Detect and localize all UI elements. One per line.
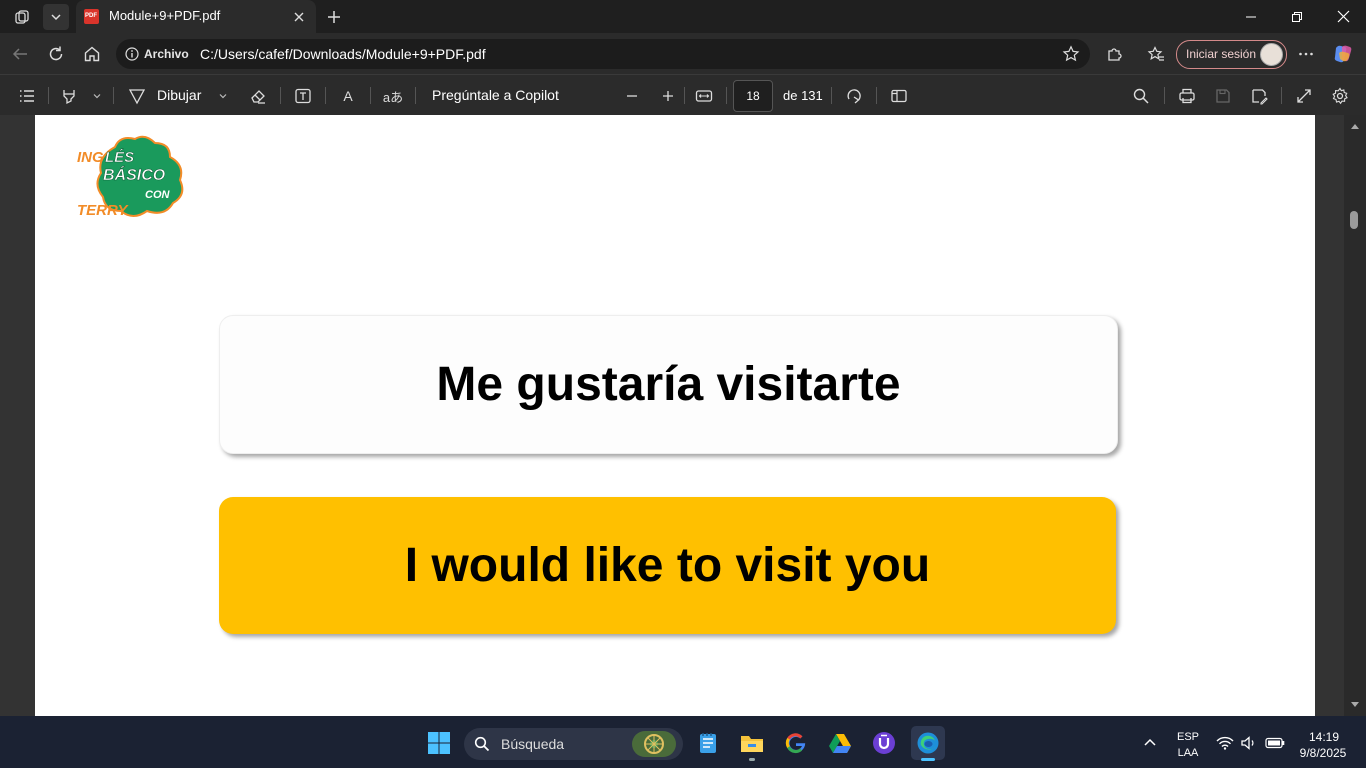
favorite-star-icon[interactable] xyxy=(1062,45,1080,63)
info-icon[interactable] xyxy=(125,47,139,61)
save-as-icon[interactable] xyxy=(1248,85,1270,107)
close-window-icon[interactable] xyxy=(1320,0,1366,33)
keyboard-layout-label[interactable]: LAA xyxy=(1172,747,1204,759)
eraser-icon[interactable] xyxy=(247,85,269,107)
svg-text:BÁSICO: BÁSICO xyxy=(103,165,166,184)
english-phrase: I would like to visit you xyxy=(404,539,931,592)
fit-to-width-icon[interactable] xyxy=(693,85,715,107)
vertical-scrollbar[interactable] xyxy=(1344,115,1366,716)
tab-actions-chevron-icon[interactable] xyxy=(43,4,69,30)
rotate-icon[interactable] xyxy=(843,85,865,107)
zoom-in-icon[interactable] xyxy=(657,85,679,107)
clock-date[interactable]: 9/8/2025 xyxy=(1292,746,1354,760)
english-phrase-card: I would like to visit you xyxy=(219,497,1116,634)
spanish-phrase-card: Me gustaría visitarte xyxy=(219,315,1118,454)
signin-button[interactable]: Iniciar sesión xyxy=(1176,40,1287,69)
favorites-icon[interactable] xyxy=(1143,41,1169,67)
language-label[interactable]: ESP xyxy=(1172,731,1204,743)
draw-chevron-icon[interactable] xyxy=(212,85,234,107)
notepad-icon[interactable] xyxy=(691,726,725,760)
google-drive-icon[interactable] xyxy=(823,726,857,760)
signin-label: Iniciar sesión xyxy=(1186,47,1257,61)
title-bar: PDF Module+9+PDF.pdf xyxy=(0,0,1366,33)
ingles-basico-con-terry-logo: ING LÉS BÁSICO CON TERRY xyxy=(75,135,190,220)
read-aloud-icon[interactable]: A xyxy=(337,85,359,107)
ask-copilot-button[interactable]: Pregúntale a Copilot xyxy=(432,87,559,103)
text-box-icon[interactable] xyxy=(292,85,314,107)
highlight-chevron-icon[interactable] xyxy=(86,85,108,107)
svg-text:TERRY: TERRY xyxy=(77,202,130,219)
draw-icon[interactable] xyxy=(126,85,148,107)
page-view-icon[interactable] xyxy=(888,85,910,107)
search-highlight-image xyxy=(632,731,676,757)
clock-time[interactable]: 14:19 xyxy=(1294,730,1354,744)
table-of-contents-icon[interactable] xyxy=(16,85,38,107)
avatar xyxy=(1260,43,1283,66)
svg-text:ING: ING xyxy=(77,149,104,166)
google-icon[interactable] xyxy=(779,726,813,760)
url-text[interactable]: C:/Users/cafef/Downloads/Module+9+PDF.pd… xyxy=(200,46,486,62)
pdf-icon-label: PDF xyxy=(85,13,97,19)
show-hidden-icons-chevron-icon[interactable] xyxy=(1133,726,1167,760)
svg-text:LÉS: LÉS xyxy=(105,149,134,166)
tab-title: Module+9+PDF.pdf xyxy=(109,8,221,23)
workspaces-icon[interactable] xyxy=(9,4,35,30)
translate-label: aあ xyxy=(382,89,404,105)
more-options-icon[interactable] xyxy=(1293,41,1319,67)
back-arrow-icon[interactable] xyxy=(7,41,33,67)
pdf-file-icon: PDF xyxy=(84,9,99,24)
running-indicator xyxy=(749,758,755,761)
search-icon[interactable] xyxy=(1130,85,1152,107)
scroll-up-arrow-icon[interactable] xyxy=(1350,122,1360,130)
draw-label[interactable]: Dibujar xyxy=(157,87,201,103)
app-u-icon[interactable] xyxy=(867,726,901,760)
svg-text:CON: CON xyxy=(145,189,171,201)
pdf-viewer[interactable]: ING LÉS BÁSICO CON TERRY Me gustaría vis… xyxy=(0,115,1366,716)
site-info-label[interactable]: Archivo xyxy=(144,47,189,61)
address-bar[interactable]: Archivo C:/Users/cafef/Downloads/Module+… xyxy=(116,39,1090,69)
copilot-icon[interactable] xyxy=(1330,41,1356,67)
active-indicator xyxy=(921,758,935,761)
settings-gear-icon[interactable] xyxy=(1329,85,1351,107)
battery-icon[interactable] xyxy=(1265,737,1285,749)
search-placeholder: Búsqueda xyxy=(501,736,565,752)
taskbar-search-box[interactable]: Búsqueda xyxy=(464,728,683,760)
print-icon[interactable] xyxy=(1176,85,1198,107)
page-total-label: de 131 xyxy=(783,88,823,103)
taskbar: Búsqueda ESP LAA 14:19 9/8/2025 xyxy=(0,716,1366,768)
edge-browser-icon[interactable] xyxy=(911,726,945,761)
translate-icon[interactable]: aあ xyxy=(382,85,404,107)
file-explorer-icon[interactable] xyxy=(735,726,769,761)
close-tab-icon[interactable] xyxy=(290,8,308,26)
tab-active[interactable]: PDF Module+9+PDF.pdf xyxy=(76,0,316,33)
wifi-icon[interactable] xyxy=(1216,736,1234,750)
search-icon xyxy=(474,736,490,752)
extensions-icon[interactable] xyxy=(1102,41,1128,67)
refresh-icon[interactable] xyxy=(43,41,69,67)
scroll-down-arrow-icon[interactable] xyxy=(1350,701,1360,709)
pdf-toolbar: Dibujar A aあ Pregúntale a Copilot 18 de … xyxy=(0,74,1366,116)
home-icon[interactable] xyxy=(79,41,105,67)
highlight-icon[interactable] xyxy=(58,85,80,107)
new-tab-icon[interactable] xyxy=(321,4,347,30)
restore-icon[interactable] xyxy=(1274,0,1320,33)
minimize-icon[interactable] xyxy=(1228,0,1274,33)
windows-start-icon[interactable] xyxy=(422,726,456,760)
save-icon[interactable] xyxy=(1212,85,1234,107)
navigation-bar: Archivo C:/Users/cafef/Downloads/Module+… xyxy=(0,33,1366,74)
spanish-phrase: Me gustaría visitarte xyxy=(436,358,901,411)
expand-icon[interactable] xyxy=(1293,85,1315,107)
page-number-input[interactable]: 18 xyxy=(733,80,773,112)
pdf-page: ING LÉS BÁSICO CON TERRY Me gustaría vis… xyxy=(35,115,1315,716)
zoom-out-icon[interactable] xyxy=(621,85,643,107)
scrollbar-thumb[interactable] xyxy=(1350,211,1358,229)
volume-icon[interactable] xyxy=(1240,736,1258,750)
read-aloud-label: A xyxy=(343,88,353,104)
